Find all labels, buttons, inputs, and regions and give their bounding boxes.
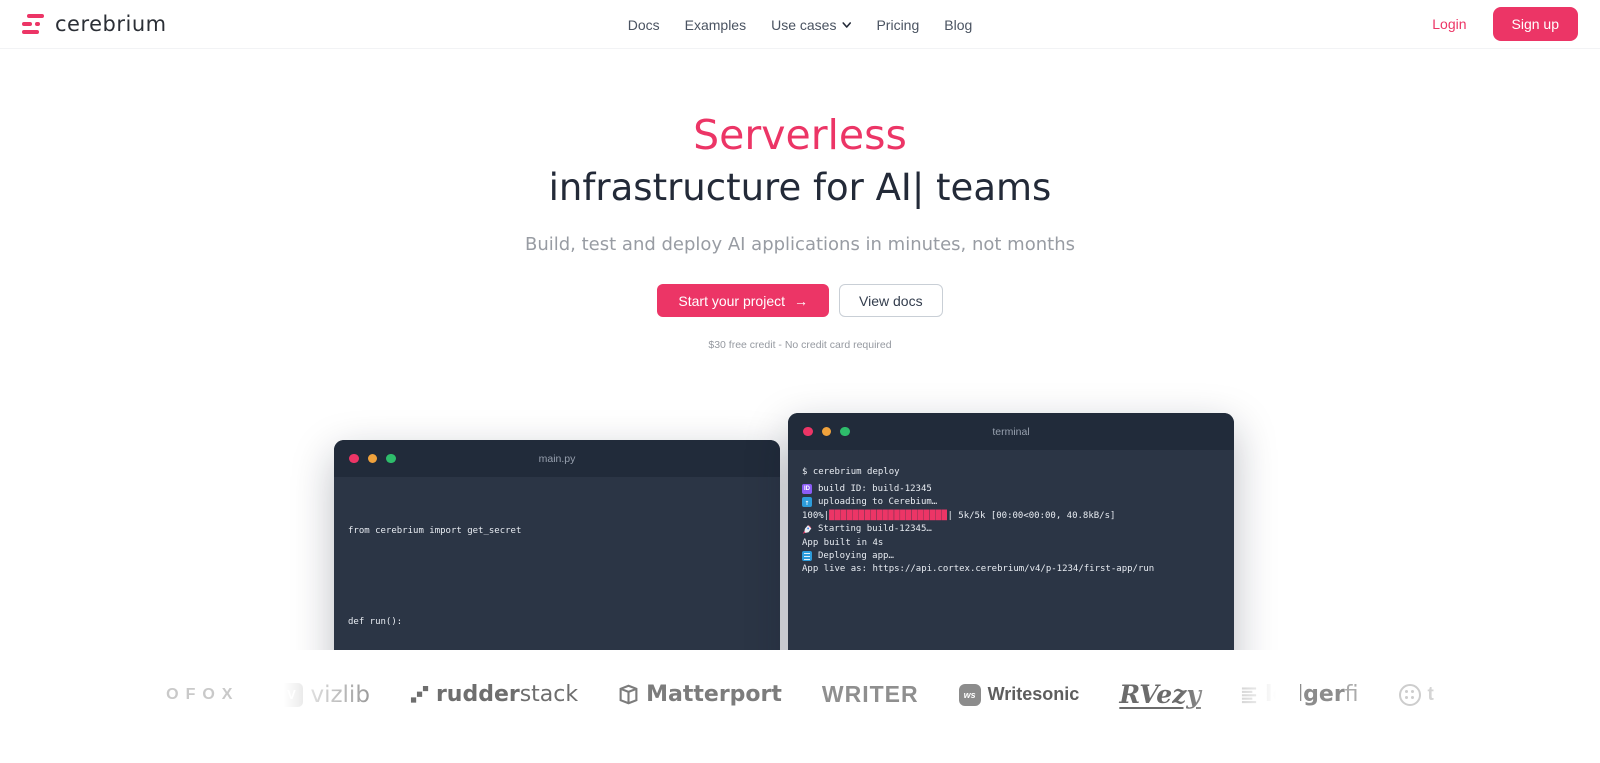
- nav-actions: Login Sign up: [1432, 7, 1578, 41]
- traffic-light-dots: [349, 454, 396, 464]
- nav-item-pricing-label: Pricing: [876, 17, 919, 33]
- terminal-line-build-id: ID build ID: build-12345: [802, 482, 1220, 495]
- chevron-down-icon: [841, 20, 851, 30]
- rudderstack-icon: [410, 685, 429, 704]
- terminal-window: terminal $ cerebrium deploy ID build ID:…: [788, 413, 1234, 650]
- minimize-dot-icon: [822, 427, 832, 437]
- logo-rvezy: RVezy: [1119, 680, 1201, 709]
- logo-writesonic: ws Writesonic: [959, 684, 1080, 706]
- nav-item-examples-label: Examples: [685, 17, 746, 33]
- terminal-line-deploying: Deploying app…: [802, 549, 1220, 562]
- login-link[interactable]: Login: [1432, 16, 1466, 32]
- nav-item-docs-label: Docs: [628, 17, 660, 33]
- progress-bar: ████████████████████: [829, 511, 947, 521]
- code-line: from cerebrium import get_secret: [348, 524, 766, 539]
- deploy-screen-icon: [802, 551, 812, 561]
- minimize-dot-icon: [368, 454, 378, 464]
- terminal-line-built: App built in 4s: [802, 536, 1220, 549]
- logo-writer: WRITER: [822, 681, 919, 708]
- ledgerfi-icon: [1241, 686, 1258, 704]
- progress-suffix: | 5k/5k [00:00<00:00, 40.8kB/s]: [947, 511, 1115, 521]
- code-line: [348, 569, 766, 584]
- logo-matterport: Matterport: [618, 682, 782, 707]
- window-titlebar: terminal: [788, 413, 1234, 450]
- terminal-content: $ cerebrium deploy ID build ID: build-12…: [788, 450, 1234, 591]
- view-docs-button[interactable]: View docs: [839, 284, 943, 317]
- logo-ofox: OFOX: [166, 686, 239, 704]
- main-nav: Docs Examples Use cases Pricing Blog: [628, 0, 973, 49]
- top-nav: cerebrium Docs Examples Use cases Pricin…: [0, 0, 1600, 49]
- writesonic-icon: ws: [959, 684, 981, 706]
- nav-item-docs[interactable]: Docs: [628, 17, 660, 33]
- terminal-text: build ID: build-12345: [818, 484, 932, 494]
- nav-item-use-cases[interactable]: Use cases: [771, 17, 851, 33]
- terminal-line-progress: 100%| ████████████████████ | 5k/5k [00:0…: [802, 509, 1220, 522]
- logo-ledgerfi: ledgerfi: [1241, 682, 1359, 707]
- hero-subtitle: Build, test and deploy AI applications i…: [0, 234, 1600, 255]
- close-dot-icon: [349, 454, 359, 464]
- rocket-icon: [802, 524, 812, 534]
- terminal-line-live-url: App live as: https://api.cortex.cerebriu…: [802, 563, 1220, 576]
- hero-title-main: infrastructure for AI| teams: [0, 166, 1600, 209]
- maximize-dot-icon: [386, 454, 396, 464]
- free-credit-note: $30 free credit - No credit card require…: [0, 339, 1600, 351]
- view-docs-label: View docs: [859, 293, 923, 309]
- logo-rudderstack: rudderstack: [410, 682, 578, 707]
- arrow-right-icon: →: [794, 293, 808, 309]
- vizlib-icon: V: [279, 683, 303, 707]
- code-editor-content: from cerebrium import get_secret def run…: [334, 477, 780, 650]
- window-title: terminal: [992, 426, 1029, 438]
- terminal-text: Deploying app…: [818, 551, 894, 561]
- cerebrium-logo-icon: [22, 14, 46, 35]
- cerebrium-landing-page: cerebrium Docs Examples Use cases Pricin…: [0, 0, 1600, 763]
- close-dot-icon: [803, 427, 813, 437]
- cta-row: Start your project → View docs: [0, 284, 1600, 317]
- brand-name: cerebrium: [55, 12, 167, 36]
- progress-prefix: 100%|: [802, 511, 829, 521]
- signup-button[interactable]: Sign up: [1493, 7, 1578, 41]
- nav-item-pricing[interactable]: Pricing: [876, 17, 919, 33]
- terminal-line-starting: Starting build-12345…: [802, 523, 1220, 536]
- terminal-text: uploading to Cerebium…: [818, 497, 937, 507]
- id-badge-icon: ID: [802, 484, 812, 494]
- logo-partial-circle: t: [1399, 684, 1434, 706]
- start-project-button[interactable]: Start your project →: [657, 284, 829, 317]
- traffic-light-dots: [803, 427, 850, 437]
- start-project-label: Start your project: [678, 293, 785, 309]
- logo-vizlib: V vizlib: [279, 682, 369, 708]
- nav-item-use-cases-label: Use cases: [771, 17, 836, 33]
- nav-item-examples[interactable]: Examples: [685, 17, 746, 33]
- terminal-line-prompt: $ cerebrium deploy: [802, 465, 1220, 478]
- hero-title-accent: Serverless: [0, 111, 1600, 159]
- maximize-dot-icon: [840, 427, 850, 437]
- upload-arrow-icon: ↑: [802, 497, 812, 507]
- matterport-icon: [618, 684, 639, 705]
- code-window-mainpy: main.py from cerebrium import get_secret…: [334, 440, 780, 650]
- nav-item-blog-label: Blog: [944, 17, 972, 33]
- terminal-text: Starting build-12345…: [818, 524, 932, 534]
- nav-item-blog[interactable]: Blog: [944, 17, 972, 33]
- hero-section: Serverless infrastructure for AI| teams …: [0, 49, 1600, 650]
- window-titlebar: main.py: [334, 440, 780, 477]
- window-title: main.py: [539, 453, 576, 465]
- brand-logo[interactable]: cerebrium: [22, 12, 167, 36]
- code-line: def run():: [348, 615, 766, 630]
- dotted-circle-icon: [1399, 684, 1421, 706]
- customer-logo-strip: OFOX V vizlib rudderstack Matterport WRI…: [0, 650, 1600, 763]
- terminal-line-uploading: ↑ uploading to Cerebium…: [802, 496, 1220, 509]
